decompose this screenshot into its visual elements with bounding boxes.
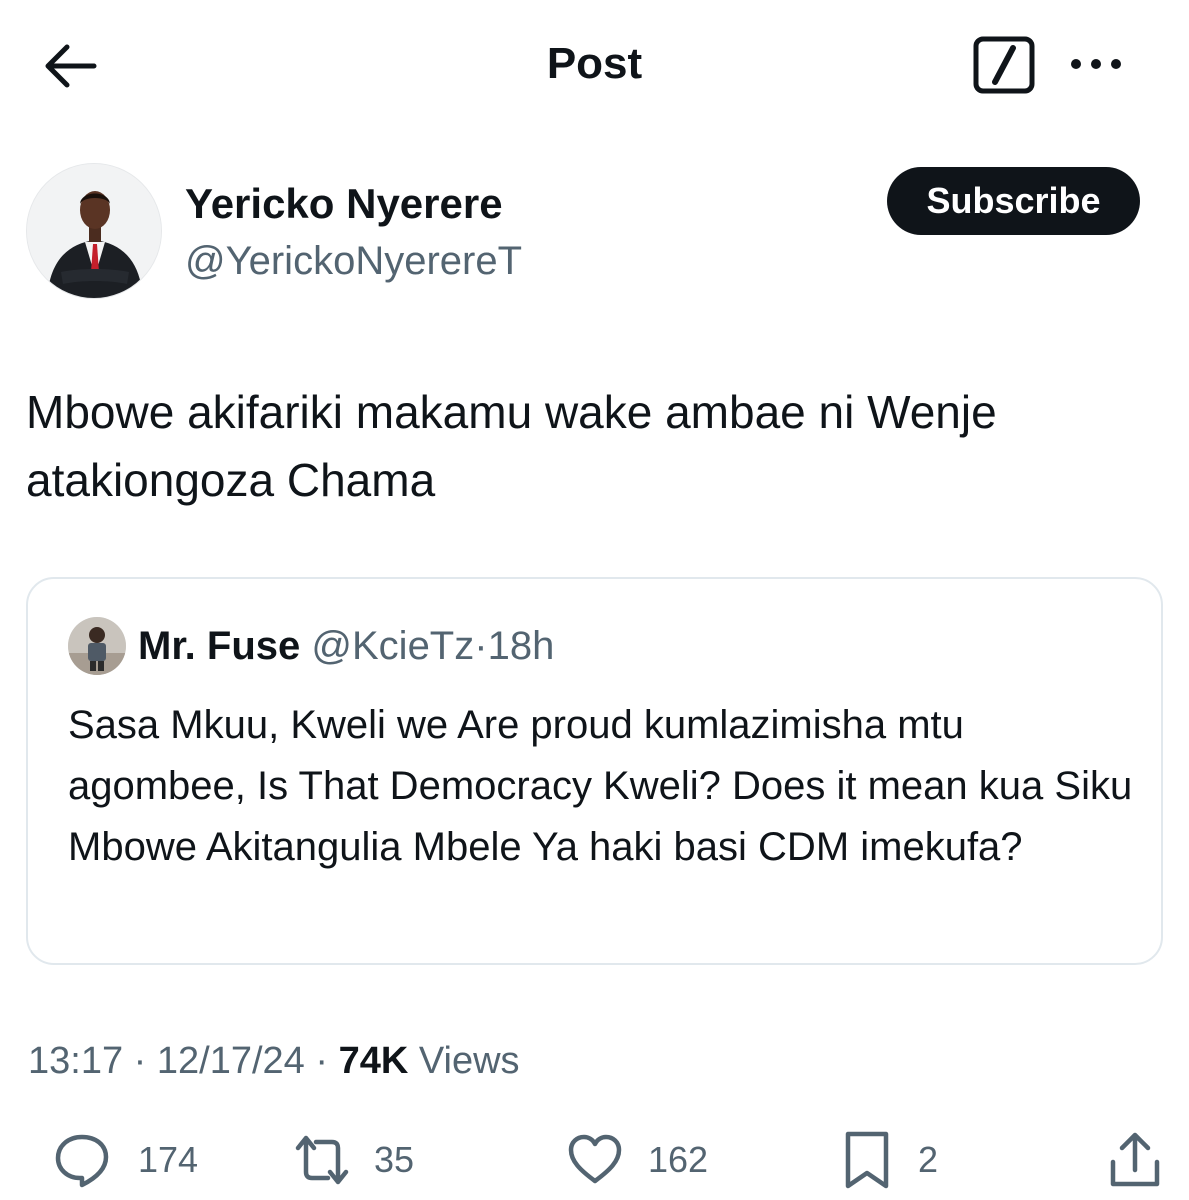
top-bar: Post	[0, 0, 1189, 130]
more-button[interactable]	[1064, 44, 1128, 84]
quote-avatar-photo	[68, 617, 126, 675]
author-avatar[interactable]	[26, 163, 162, 299]
grok-icon	[973, 36, 1035, 94]
reply-count: 174	[138, 1139, 199, 1180]
share-button[interactable]	[1108, 1125, 1162, 1195]
share-icon	[1110, 1132, 1160, 1187]
bookmark-count: 2	[918, 1139, 939, 1180]
author-name[interactable]: Yericko Nyerere	[185, 180, 503, 228]
quote-timestamp[interactable]: 18h	[488, 624, 555, 668]
post-meta: 13:17 · 12/17/24 · 74K Views	[28, 1037, 520, 1085]
repost-button[interactable]: 35	[290, 1125, 414, 1195]
quote-avatar[interactable]	[68, 617, 126, 675]
author-handle[interactable]: @YerickoNyerereT	[185, 238, 522, 284]
quote-header: Mr. Fuse @KcieTz·18h	[138, 623, 554, 669]
reply-button[interactable]: 174	[52, 1125, 198, 1195]
reply-icon	[55, 1134, 109, 1188]
post-date[interactable]: 12/17/24	[157, 1040, 305, 1082]
heart-icon	[568, 1134, 622, 1184]
avatar-photo	[27, 164, 161, 298]
subscribe-button[interactable]: Subscribe	[887, 167, 1140, 235]
more-horizontal-icon	[1071, 59, 1121, 69]
post-text: Mbowe akifariki makamu wake ambae ni Wen…	[26, 386, 997, 506]
quote-separator: ·	[474, 624, 488, 668]
quoted-post[interactable]: Mr. Fuse @KcieTz·18h Sasa Mkuu, Kweli we…	[26, 577, 1163, 965]
views-label: Views	[418, 1040, 520, 1082]
quote-text: Sasa Mkuu, Kweli we Are proud kumlazimis…	[68, 703, 1133, 869]
meta-separator: ·	[315, 1040, 329, 1082]
post-page: Post Yericko Nyerere @YerickoNyerereT Su…	[0, 0, 1189, 1200]
repost-count: 35	[374, 1139, 415, 1180]
views-count: 74K	[338, 1040, 409, 1082]
repost-icon	[295, 1135, 349, 1185]
meta-separator: ·	[133, 1040, 147, 1082]
quote-author-handle[interactable]: @KcieTz	[311, 624, 474, 668]
quote-author-name[interactable]: Mr. Fuse	[138, 624, 300, 668]
bookmark-icon	[845, 1131, 889, 1189]
action-bar: 174 35 162 2	[0, 1125, 1189, 1195]
like-count: 162	[648, 1139, 709, 1180]
grok-button[interactable]	[973, 36, 1035, 94]
post-time[interactable]: 13:17	[28, 1040, 123, 1082]
bookmark-button[interactable]: 2	[842, 1125, 938, 1195]
like-button[interactable]: 162	[566, 1125, 708, 1195]
